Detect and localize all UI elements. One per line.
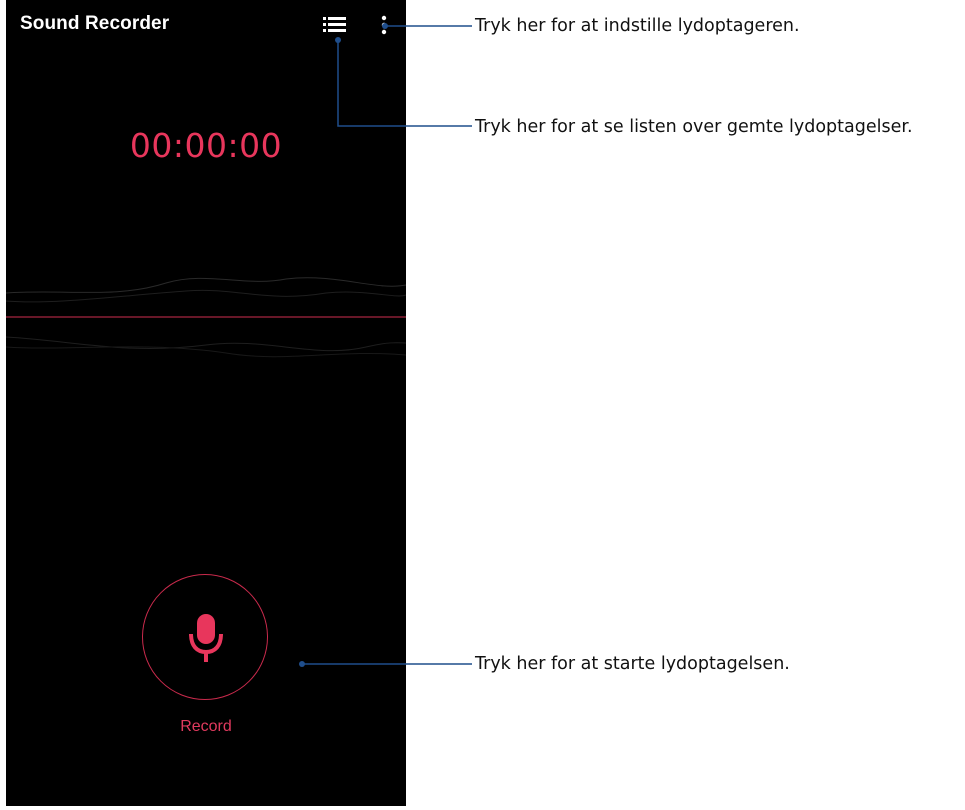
more-vert-icon xyxy=(381,15,387,35)
microphone-icon xyxy=(189,614,223,662)
callout-settings: Tryk her for at indstille lydoptageren. xyxy=(475,16,800,36)
list-icon xyxy=(323,17,346,32)
callout-recordings-list: Tryk her for at se listen over gemte lyd… xyxy=(475,117,913,137)
record-label: Record xyxy=(180,718,232,735)
more-options-button[interactable] xyxy=(376,12,392,38)
recordings-list-button[interactable] xyxy=(320,13,350,37)
waveform-visualizer xyxy=(6,277,406,358)
callout-record: Tryk her for at starte lydoptagelsen. xyxy=(475,654,790,674)
recording-timer: 00:00:00 xyxy=(129,126,283,165)
phone-screen: Sound Recorder 00:00:00 Record xyxy=(6,0,406,806)
app-title: Sound Recorder xyxy=(20,13,170,34)
record-button[interactable] xyxy=(142,574,268,700)
